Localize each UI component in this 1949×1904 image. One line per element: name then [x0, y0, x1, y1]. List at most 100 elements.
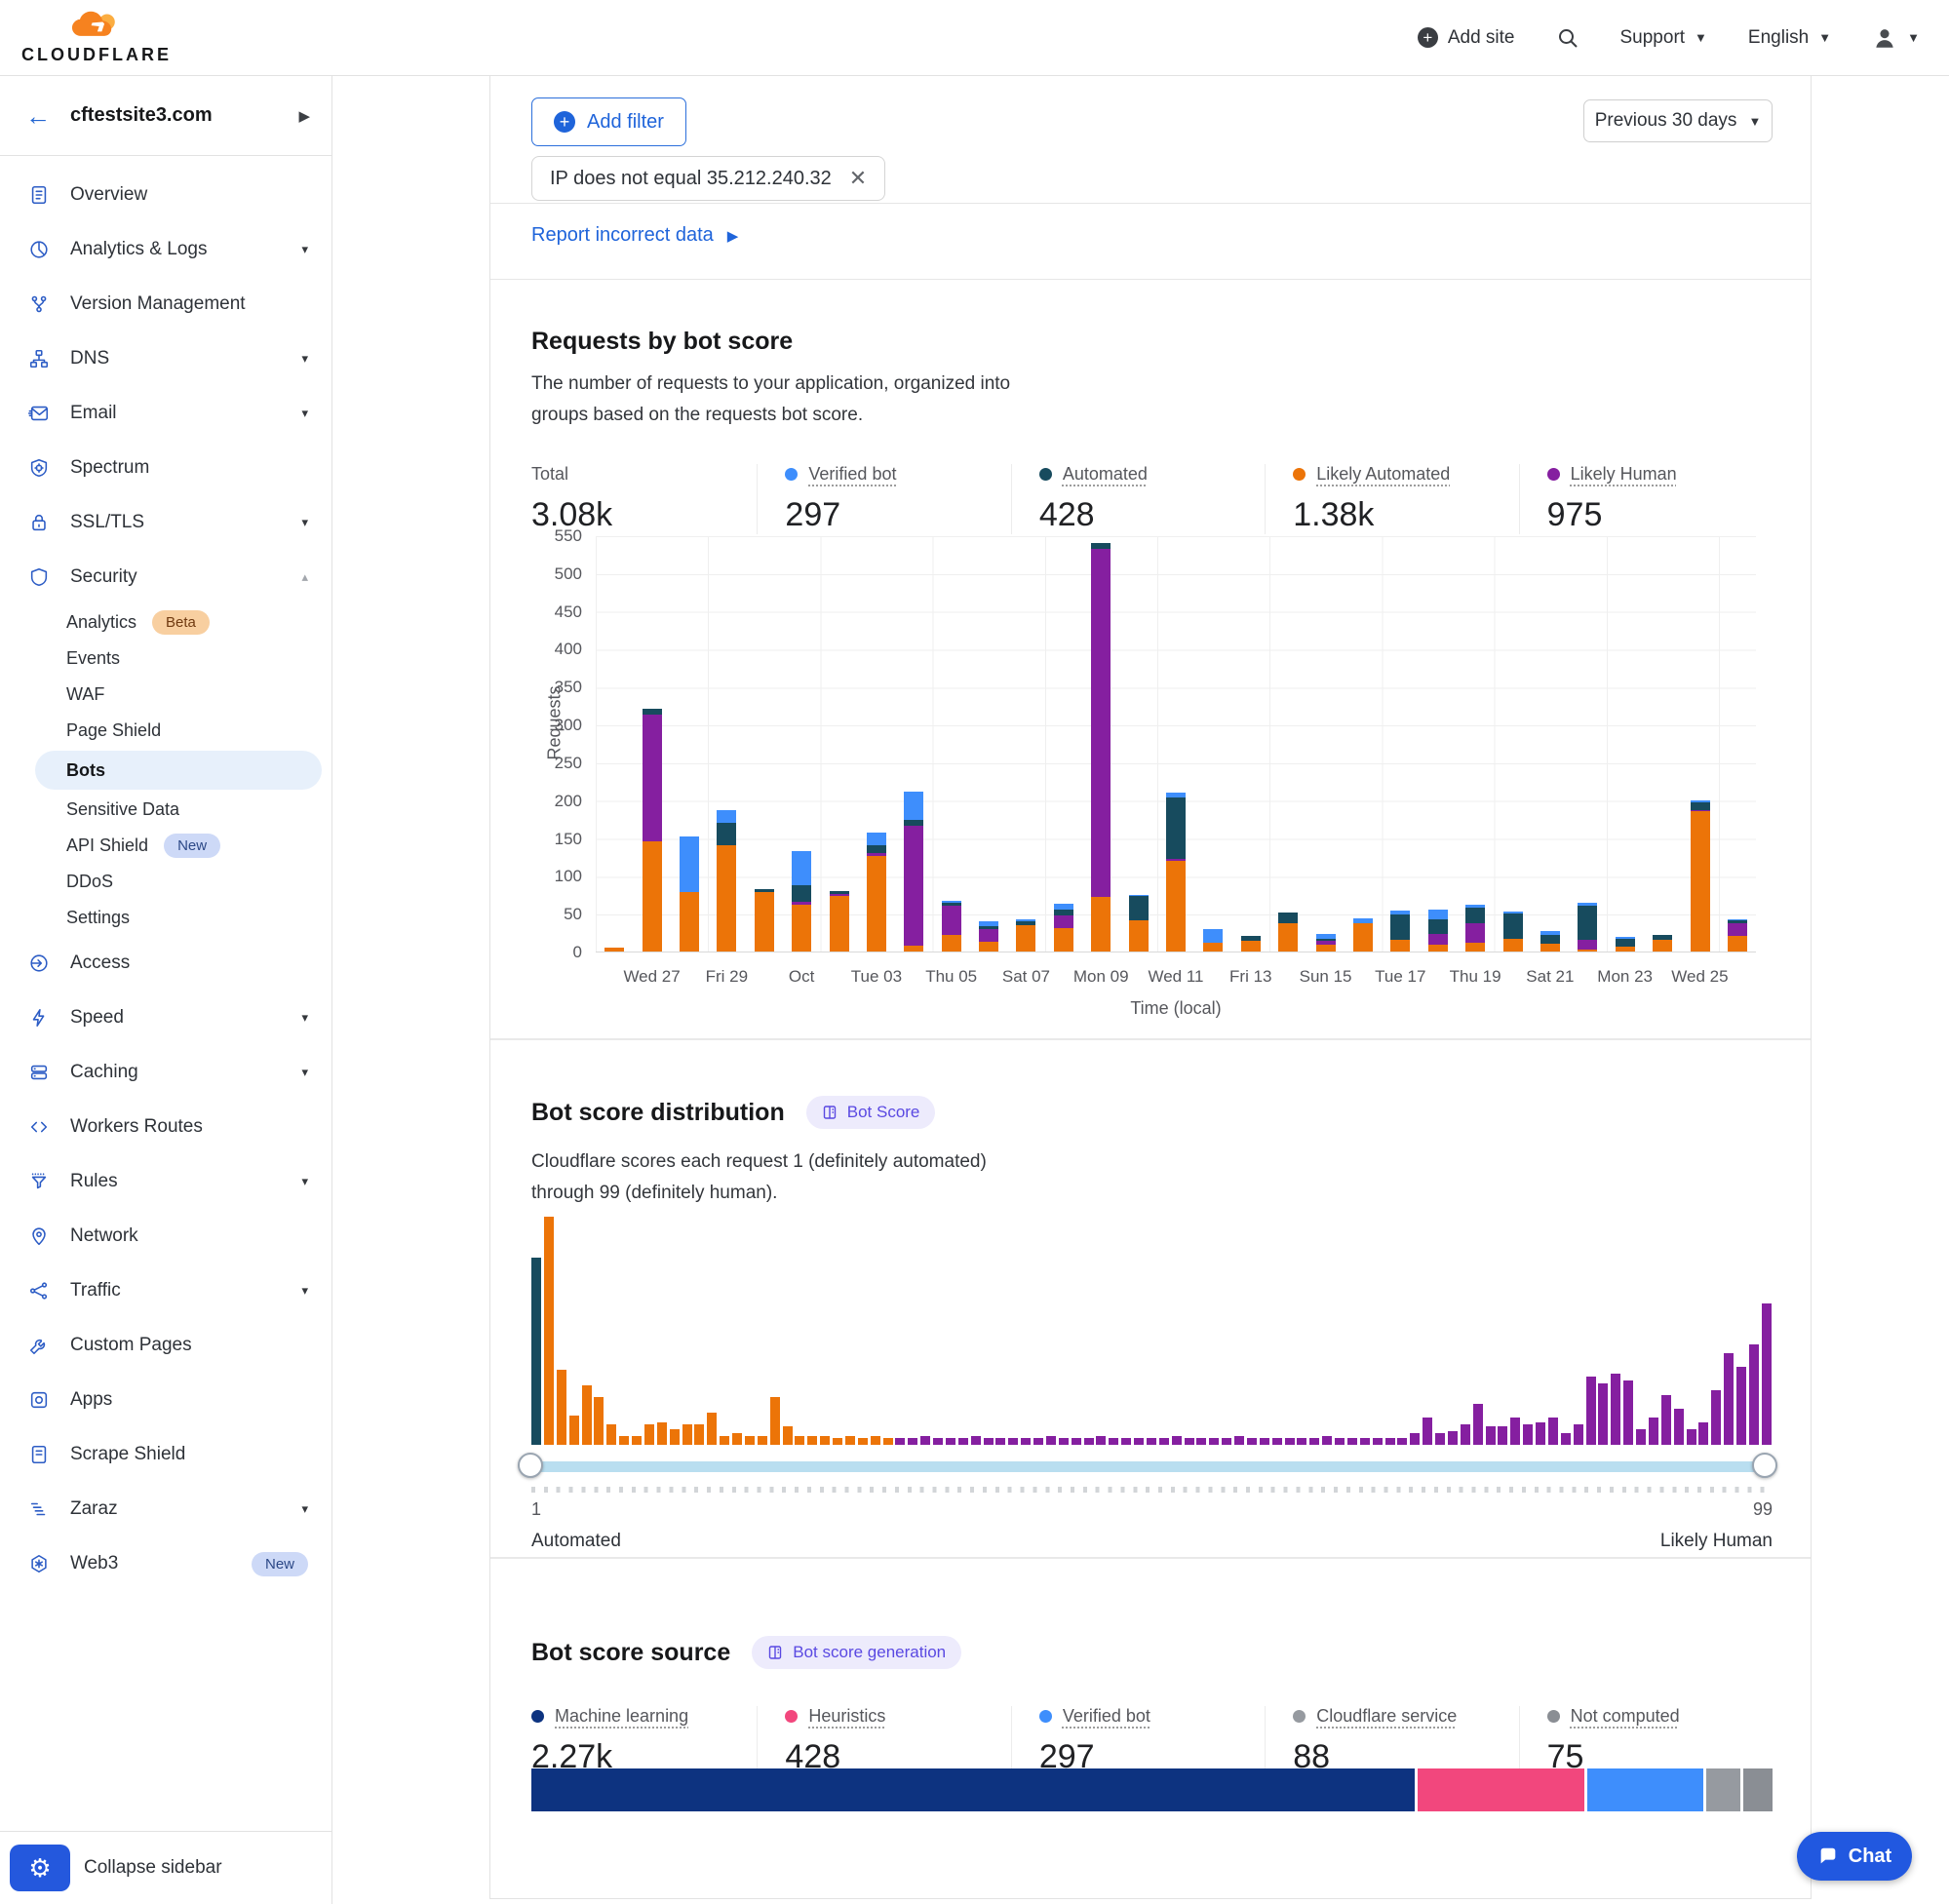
chat-button[interactable]: Chat [1797, 1832, 1912, 1881]
histogram-bar-score-94 [1698, 1422, 1708, 1445]
layers-icon [27, 1061, 51, 1084]
add-filter-button[interactable]: + Add filter [531, 97, 686, 146]
report-incorrect-data-link[interactable]: Report incorrect data ▶ [531, 224, 738, 247]
sidebar-item-dns[interactable]: DNS▾ [0, 331, 331, 386]
sidebar-item-waf[interactable]: WAF [0, 677, 331, 713]
shield-gear-icon [27, 456, 51, 480]
sidebar-item-speed[interactable]: Speed▾ [0, 991, 331, 1045]
chart-bar-slot [1269, 536, 1306, 952]
sidebar-item-email[interactable]: Email▾ [0, 386, 331, 441]
stacked-bar [1316, 934, 1336, 952]
slider-handle-max[interactable] [1752, 1453, 1777, 1478]
bar-segment-likely-automated [1203, 943, 1223, 952]
histogram-bar-score-15 [707, 1413, 717, 1445]
sidebar-item-security[interactable]: Security▴ [0, 550, 331, 604]
sidebar-item-apps[interactable]: Apps [0, 1373, 331, 1427]
histogram-bar-score-33 [933, 1438, 943, 1445]
y-tick-label: 50 [531, 905, 582, 924]
stacked-bar [1054, 904, 1073, 952]
bar-segment-likely-automated [830, 896, 849, 952]
legend-dot-icon [1039, 1710, 1052, 1723]
apps-icon [27, 1388, 51, 1412]
stat-label: Total [531, 464, 757, 485]
chevron-down-icon: ▾ [301, 1501, 308, 1517]
sidebar-item-page-shield[interactable]: Page Shield [0, 713, 331, 749]
settings-gear-button[interactable]: ⚙ [10, 1845, 70, 1891]
source-stat-not-computed: Not computed75 [1519, 1706, 1773, 1776]
sidebar-item-scrape-shield[interactable]: Scrape Shield [0, 1427, 331, 1482]
language-menu[interactable]: English ▼ [1748, 27, 1831, 49]
site-chevron-right-icon[interactable]: ▶ [298, 107, 310, 125]
sidebar-item-ssl-tls[interactable]: SSL/TLS▾ [0, 495, 331, 550]
add-site-button[interactable]: + Add site [1418, 27, 1515, 49]
collapse-sidebar-row: ⚙ Collapse sidebar [0, 1831, 331, 1904]
sidebar-item-version-management[interactable]: Version Management [0, 277, 331, 331]
navbar-actions: + Add site Support ▼ English ▼ ▼ [1418, 25, 1920, 51]
divider [490, 279, 1811, 280]
sidebar-item-ddos[interactable]: DDoS [0, 864, 331, 900]
legend-dot-icon [785, 468, 798, 481]
sidebar-item-settings[interactable]: Settings [0, 900, 331, 936]
sidebar-item-custom-pages[interactable]: Custom Pages [0, 1318, 331, 1373]
collapse-sidebar-label[interactable]: Collapse sidebar [84, 1857, 222, 1879]
close-icon[interactable]: ✕ [849, 168, 867, 189]
section-divider [490, 1557, 1811, 1559]
bar-segment-automated [1616, 939, 1635, 947]
stacked-bar [1465, 905, 1485, 952]
sidebar-item-bots[interactable]: Bots [35, 751, 322, 790]
sidebar-item-caching[interactable]: Caching▾ [0, 1045, 331, 1100]
stacked-bar [1540, 931, 1560, 952]
stat-label: Automated [1039, 464, 1265, 485]
date-range-select[interactable]: Previous 30 days ▼ [1583, 99, 1773, 142]
slider-handle-min[interactable] [518, 1453, 543, 1478]
requests-section-description: The number of requests to your applicati… [531, 369, 1048, 431]
search-button[interactable] [1556, 26, 1579, 50]
histogram-bar-score-71 [1410, 1433, 1420, 1445]
chevron-down-icon: ▾ [301, 351, 308, 367]
sidebar-item-access[interactable]: Access [0, 936, 331, 991]
support-menu[interactable]: Support ▼ [1620, 27, 1707, 49]
sidebar-item-spectrum[interactable]: Spectrum [0, 441, 331, 495]
sidebar-item-traffic[interactable]: Traffic▾ [0, 1263, 331, 1318]
histogram-bar-score-93 [1687, 1429, 1696, 1445]
histogram-bar-score-57 [1234, 1436, 1244, 1445]
sidebar-item-network[interactable]: Network [0, 1209, 331, 1263]
sidebar-item-events[interactable]: Events [0, 641, 331, 677]
account-menu[interactable]: ▼ [1872, 25, 1920, 51]
chart-bar-slot [1194, 536, 1231, 952]
histogram-bar-score-88 [1623, 1380, 1633, 1445]
sidebar-item-sensitive-data[interactable]: Sensitive Data [0, 792, 331, 828]
histogram-bar-score-22 [795, 1436, 804, 1445]
chevron-down-icon: ▼ [1748, 114, 1761, 129]
sidebar-item-analytics[interactable]: AnalyticsBeta [0, 604, 331, 641]
filter-chip[interactable]: IP does not equal 35.212.240.32 ✕ [531, 156, 885, 201]
sidebar-item-analytics-logs[interactable]: Analytics & Logs▾ [0, 222, 331, 277]
sidebar-item-zaraz[interactable]: Zaraz▾ [0, 1482, 331, 1536]
slider-track[interactable] [526, 1461, 1770, 1472]
sidebar-item-workers-routes[interactable]: Workers Routes [0, 1100, 331, 1154]
bot-score-badge[interactable]: Bot Score [806, 1096, 936, 1129]
x-tick-label: Tue 17 [1375, 967, 1425, 987]
sidebar-item-web3[interactable]: Web3New [0, 1536, 331, 1591]
sidebar-item-overview[interactable]: Overview [0, 168, 331, 222]
stacked-bar [792, 851, 811, 952]
chevron-down-icon: ▾ [301, 1010, 308, 1026]
back-arrow-icon[interactable]: ← [25, 103, 51, 129]
legend-dot-icon [531, 1710, 544, 1723]
sidebar-item-rules[interactable]: Rules▾ [0, 1154, 331, 1209]
histogram-bar-score-86 [1598, 1383, 1608, 1445]
cloudflare-logo[interactable]: CLOUDFLARE [21, 10, 172, 65]
histogram-bar-score-64 [1322, 1436, 1332, 1445]
histogram-bar-score-8 [619, 1436, 629, 1445]
bot-score-generation-badge[interactable]: Bot score generation [752, 1636, 961, 1669]
bar-segment-automated [867, 845, 886, 853]
bar-segment-likely-automated [1241, 941, 1261, 952]
sidebar-item-api-shield[interactable]: API ShieldNew [0, 828, 331, 864]
stacked-bar [1129, 895, 1149, 952]
histogram-bar-score-89 [1636, 1429, 1646, 1445]
histogram-bar-score-19 [758, 1436, 767, 1445]
stat-label: Verified bot [785, 464, 1010, 485]
chart-bar-slot [1569, 536, 1606, 952]
histogram-bar-score-31 [908, 1438, 917, 1445]
bar-segment-likely-automated [1728, 936, 1747, 952]
